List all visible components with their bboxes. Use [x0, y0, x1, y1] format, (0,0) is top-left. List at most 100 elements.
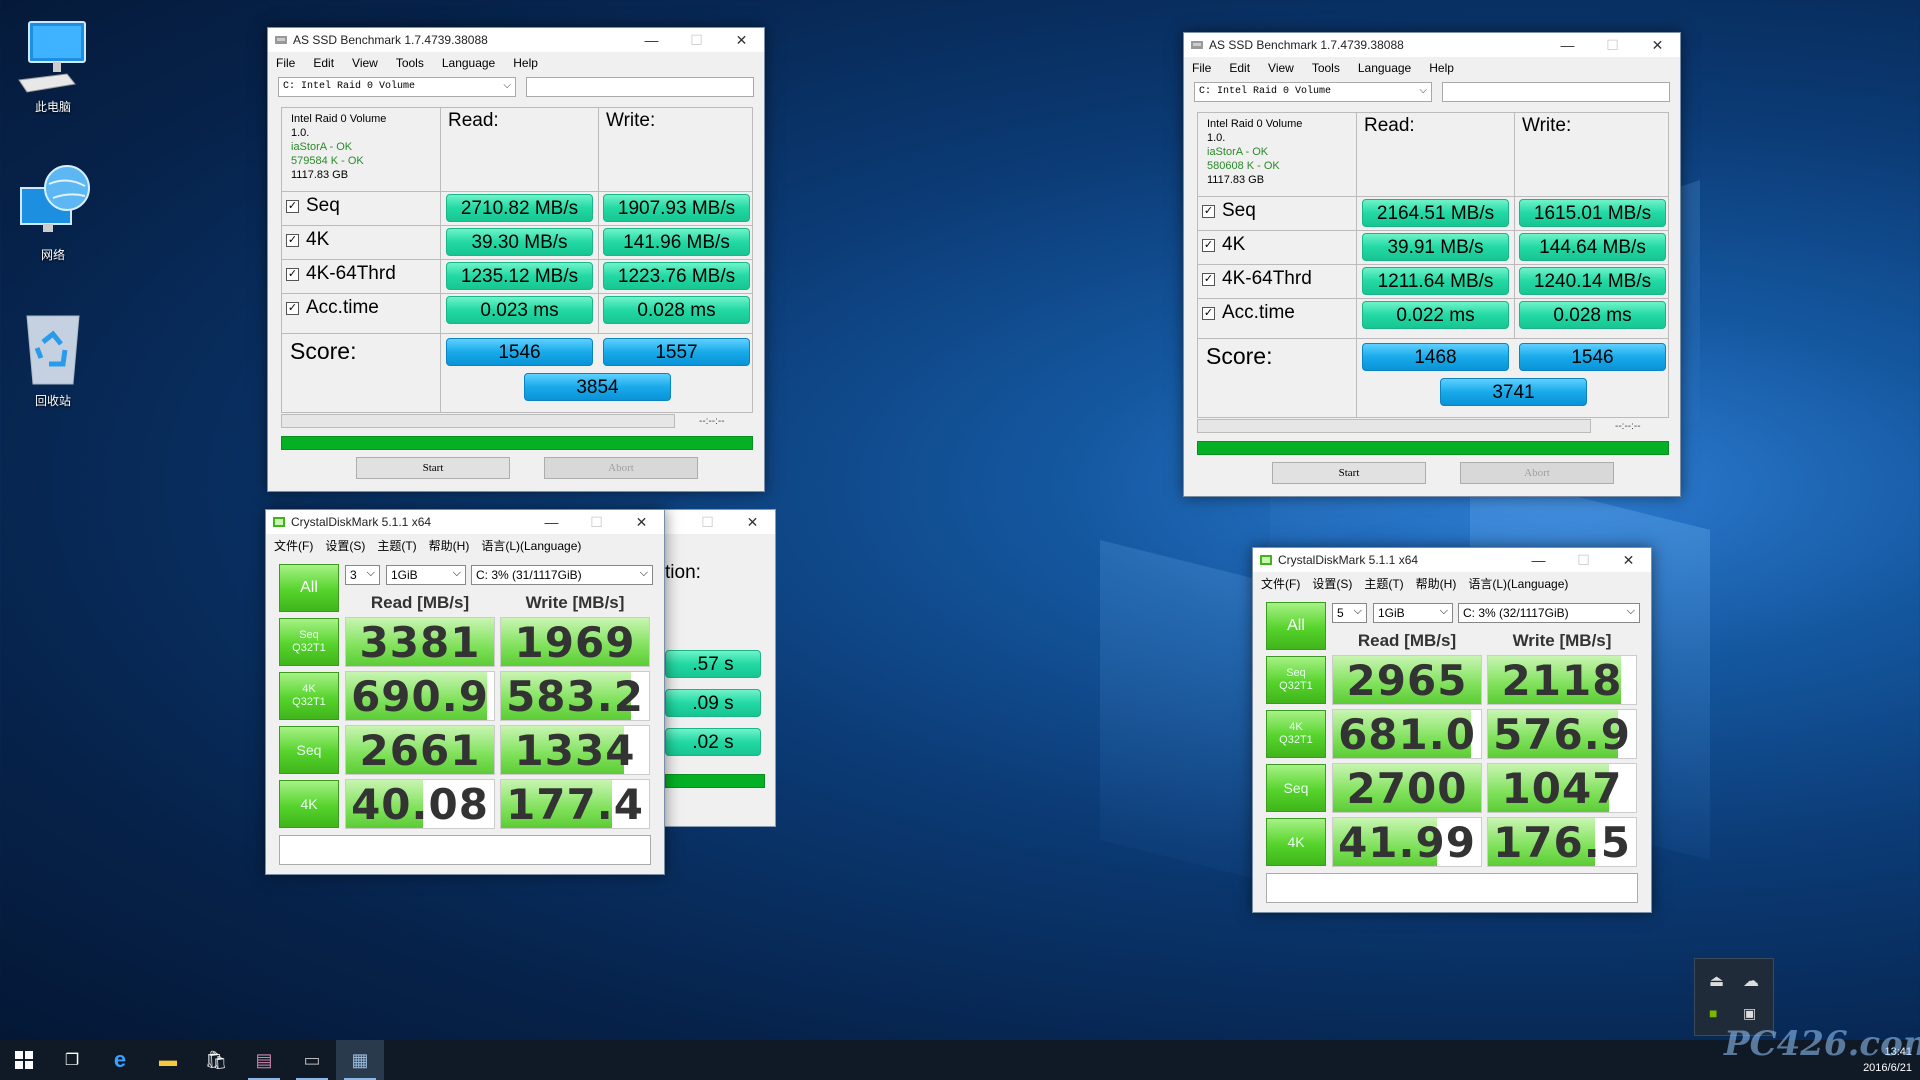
seq-button[interactable]: Seq — [279, 726, 339, 774]
menu-tools[interactable]: Tools — [1312, 61, 1340, 75]
row-4k[interactable]: ✓ 4K — [286, 229, 329, 251]
desktop-icon-recycle-bin[interactable]: 回收站 — [8, 308, 98, 409]
minimize-icon[interactable]: — — [1516, 552, 1561, 568]
start-button[interactable]: Start — [356, 457, 510, 479]
menu-settings[interactable]: 设置(S) — [325, 537, 365, 554]
menu-file[interactable]: 文件(F) — [274, 537, 313, 554]
usb-icon[interactable]: ⏏ — [1709, 971, 1724, 991]
test-size-select[interactable]: 1GiB ⌵ — [386, 565, 466, 585]
checkbox-checked-icon[interactable]: ✓ — [286, 267, 299, 281]
maximize-icon[interactable]: ☐ — [574, 514, 619, 531]
maximize-icon[interactable]: ☐ — [1590, 37, 1635, 54]
test-size-select[interactable]: 1GiB ⌵ — [1373, 603, 1453, 623]
checkbox-checked-icon[interactable]: ✓ — [286, 199, 299, 213]
menu-help[interactable]: Help — [513, 56, 538, 70]
menu-help[interactable]: 帮助(H) — [429, 537, 470, 554]
4k-q32t1-button[interactable]: 4K Q32T1 — [1266, 710, 1326, 758]
checkbox-checked-icon[interactable]: ✓ — [1202, 204, 1215, 218]
menu-theme[interactable]: 主题(T) — [377, 537, 416, 554]
menu-view[interactable]: View — [352, 56, 378, 70]
maximize-icon[interactable]: ☐ — [685, 514, 730, 531]
row-4k-64thrd[interactable]: ✓ 4K-64Thrd — [1202, 268, 1312, 290]
start-button[interactable]: Start — [1272, 462, 1426, 484]
task-view-button[interactable]: ❐ — [48, 1040, 96, 1080]
cloud-icon[interactable]: ☁ — [1743, 971, 1759, 991]
maximize-icon[interactable]: ☐ — [1561, 552, 1606, 569]
drive-select[interactable]: C: 3% (31/1117GiB) ⌵ — [471, 565, 653, 585]
minimize-icon[interactable]: — — [629, 32, 674, 48]
drive-select[interactable]: C: Intel Raid 0 Volume ⌵ — [278, 77, 516, 97]
menu-view[interactable]: View — [1268, 61, 1294, 75]
row-seq[interactable]: ✓ Seq — [1202, 200, 1256, 222]
comment-field[interactable] — [279, 835, 651, 865]
menu-language[interactable]: 语言(L)(Language) — [481, 537, 581, 554]
checkbox-checked-icon[interactable]: ✓ — [286, 233, 299, 247]
edge-button[interactable]: e — [96, 1040, 144, 1080]
abort-button[interactable]: Abort — [544, 457, 698, 479]
menu-file[interactable]: File — [276, 56, 295, 70]
menu-edit[interactable]: Edit — [1229, 61, 1250, 75]
abort-button[interactable]: Abort — [1460, 462, 1614, 484]
close-icon[interactable]: ✕ — [1635, 37, 1680, 54]
menu-tools[interactable]: Tools — [396, 56, 424, 70]
test-count-select[interactable]: 3 ⌵ — [345, 565, 380, 585]
4k-button[interactable]: 4K — [279, 780, 339, 828]
menu-help[interactable]: 帮助(H) — [1416, 575, 1457, 592]
test-count-select[interactable]: 5 ⌵ — [1332, 603, 1367, 623]
menu-settings[interactable]: 设置(S) — [1312, 575, 1352, 592]
row-acc-time[interactable]: ✓ Acc.time — [286, 297, 379, 319]
checkbox-checked-icon[interactable]: ✓ — [1202, 238, 1215, 252]
comment-field[interactable] — [1266, 873, 1638, 903]
menu-language[interactable]: Language — [1358, 61, 1411, 75]
drive-select[interactable]: C: Intel Raid 0 Volume ⌵ — [1194, 82, 1432, 102]
minimize-icon[interactable]: — — [1545, 37, 1590, 53]
as-ssd-taskbar-button[interactable]: ▭ — [288, 1040, 336, 1080]
4k-q32t1-button[interactable]: 4K Q32T1 — [279, 672, 339, 720]
menu-file[interactable]: 文件(F) — [1261, 575, 1300, 592]
close-icon[interactable]: ✕ — [619, 514, 664, 531]
close-icon[interactable]: ✕ — [719, 32, 764, 49]
run-all-button[interactable]: All — [1266, 602, 1326, 650]
drive-select[interactable]: C: 3% (32/1117GiB) ⌵ — [1458, 603, 1640, 623]
desktop-icon-this-pc[interactable]: 此电脑 — [8, 14, 98, 115]
row-acc-time[interactable]: ✓ Acc.time — [1202, 302, 1295, 324]
maximize-icon[interactable]: ☐ — [674, 32, 719, 49]
seq-button[interactable]: Seq — [1266, 764, 1326, 812]
desktop-icon-network[interactable]: 网络 — [8, 162, 98, 263]
row-4k-64thrd[interactable]: ✓ 4K-64Thrd — [286, 263, 396, 285]
menu-file[interactable]: File — [1192, 61, 1211, 75]
minimize-icon[interactable]: — — [529, 514, 574, 530]
crystaldiskmark-window-left[interactable]: CrystalDiskMark 5.1.1 x64 — ☐ ✕ 文件(F) 设置… — [265, 509, 665, 875]
menu-language[interactable]: 语言(L)(Language) — [1468, 575, 1568, 592]
checkbox-checked-icon[interactable]: ✓ — [1202, 272, 1215, 286]
title-bar[interactable]: CrystalDiskMark 5.1.1 x64 — ☐ ✕ — [1253, 548, 1651, 572]
menu-language[interactable]: Language — [442, 56, 495, 70]
nvidia-icon[interactable]: ■ — [1709, 1005, 1717, 1021]
network-tray-icon[interactable]: ▣ — [1743, 1005, 1756, 1022]
row-4k[interactable]: ✓ 4K — [1202, 234, 1245, 256]
menu-edit[interactable]: Edit — [313, 56, 334, 70]
seq-q32t1-button[interactable]: Seq Q32T1 — [1266, 656, 1326, 704]
run-all-button[interactable]: All — [279, 564, 339, 612]
background-window[interactable]: ☐ ✕ tion: .57 s .09 s .02 s — [664, 509, 776, 827]
checkbox-checked-icon[interactable]: ✓ — [286, 301, 299, 315]
winrar-button[interactable]: ▤ — [240, 1040, 288, 1080]
drive-text-field[interactable] — [1441, 82, 1670, 102]
store-button[interactable]: 🛍 — [192, 1040, 240, 1080]
close-icon[interactable]: ✕ — [730, 514, 775, 531]
file-explorer-button[interactable]: ▬ — [144, 1040, 192, 1080]
menu-theme[interactable]: 主题(T) — [1364, 575, 1403, 592]
4k-button[interactable]: 4K — [1266, 818, 1326, 866]
start-button[interactable] — [0, 1040, 48, 1080]
seq-q32t1-button[interactable]: Seq Q32T1 — [279, 618, 339, 666]
title-bar[interactable]: CrystalDiskMark 5.1.1 x64 — ☐ ✕ — [266, 510, 664, 534]
crystaldiskmark-taskbar-button[interactable]: ▦ — [336, 1040, 384, 1080]
row-seq[interactable]: ✓ Seq — [286, 195, 340, 217]
as-ssd-window-right[interactable]: AS SSD Benchmark 1.7.4739.38088 — ☐ ✕ Fi… — [1183, 32, 1681, 497]
title-bar[interactable]: AS SSD Benchmark 1.7.4739.38088 — ☐ ✕ — [268, 28, 764, 52]
title-bar[interactable]: AS SSD Benchmark 1.7.4739.38088 — ☐ ✕ — [1184, 33, 1680, 57]
as-ssd-window-left[interactable]: AS SSD Benchmark 1.7.4739.38088 — ☐ ✕ Fi… — [267, 27, 765, 492]
checkbox-checked-icon[interactable]: ✓ — [1202, 306, 1215, 320]
menu-help[interactable]: Help — [1429, 61, 1454, 75]
drive-text-field[interactable] — [525, 77, 754, 97]
